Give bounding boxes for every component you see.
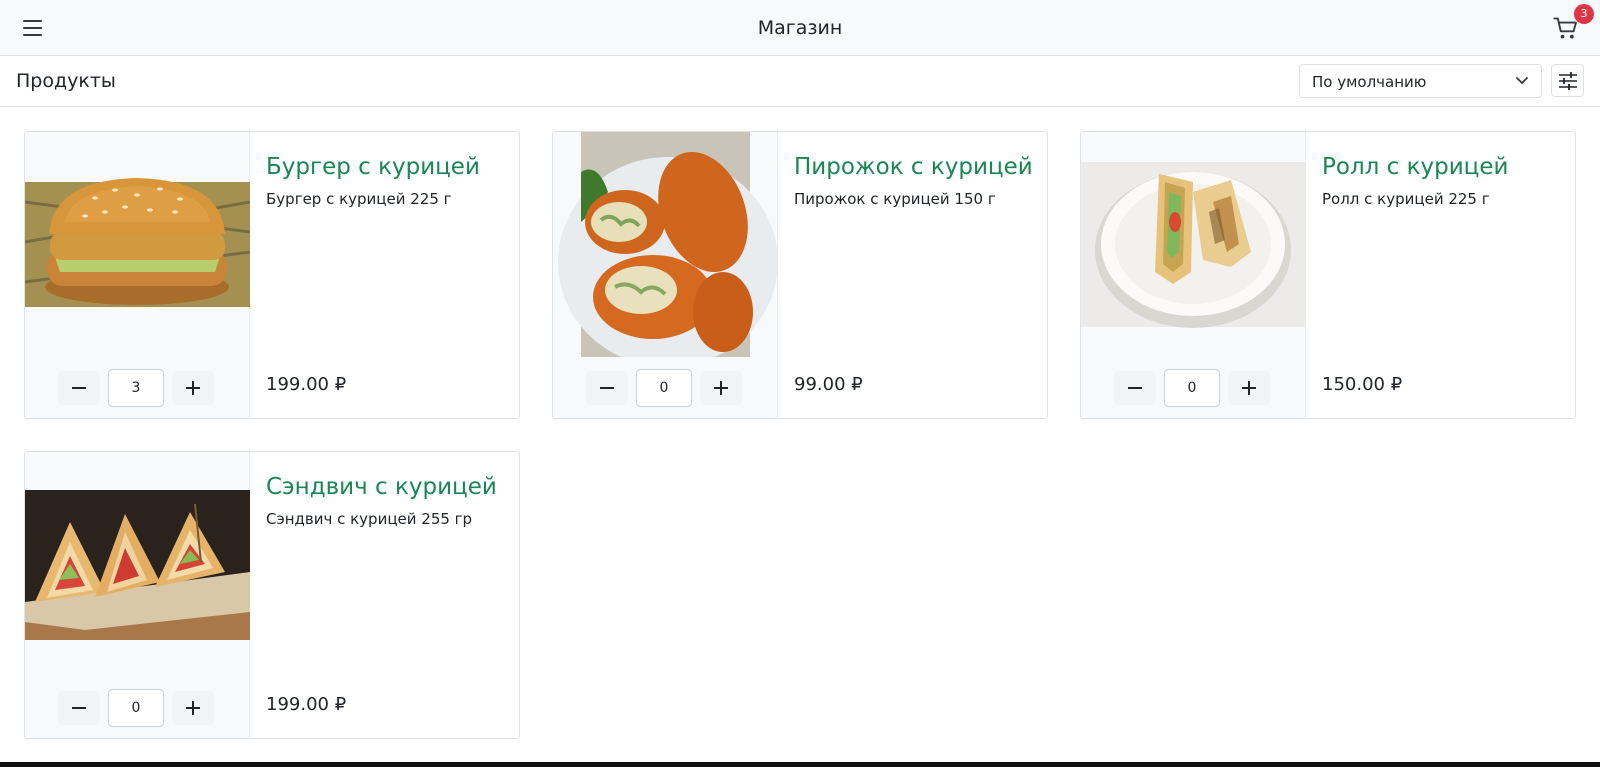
decrease-quantity-button[interactable] xyxy=(1114,371,1156,405)
quantity-input[interactable] xyxy=(1164,369,1220,407)
quantity-stepper xyxy=(58,689,218,727)
quantity-stepper xyxy=(586,369,746,407)
quantity-input[interactable] xyxy=(636,369,692,407)
shop-title: Магазин xyxy=(757,17,843,39)
product-description: Сэндвич с курицей 255 гр xyxy=(266,510,473,528)
decrease-quantity-button[interactable] xyxy=(586,371,628,405)
product-image-roll xyxy=(1081,132,1306,357)
filter-button[interactable] xyxy=(1551,64,1584,97)
product-card: Ролл с курицей Ролл с курицей 225 г 150.… xyxy=(1080,131,1576,419)
decrease-quantity-button[interactable] xyxy=(58,371,100,405)
product-price: 199.00 ₽ xyxy=(266,374,347,395)
product-price: 199.00 ₽ xyxy=(266,694,347,715)
quantity-stepper xyxy=(58,369,218,407)
product-description: Пирожок с курицей 150 г xyxy=(794,190,996,208)
product-price: 150.00 ₽ xyxy=(1322,374,1403,395)
product-title[interactable]: Ролл с курицей xyxy=(1322,154,1508,180)
product-description: Ролл с курицей 225 г xyxy=(1322,190,1490,208)
increase-quantity-button[interactable] xyxy=(700,371,742,405)
sort-select[interactable]: По умолчанию xyxy=(1299,64,1542,98)
product-card: Пирожок с курицей Пирожок с курицей 150 … xyxy=(552,131,1048,419)
quantity-input[interactable] xyxy=(108,369,164,407)
product-image-sandwich xyxy=(25,452,250,677)
bottom-edge xyxy=(0,762,1600,767)
product-description: Бургер с курицей 225 г xyxy=(266,190,452,208)
page-title: Продукты xyxy=(16,70,116,92)
products-toolbar: Продукты По умолчанию xyxy=(0,56,1600,107)
increase-quantity-button[interactable] xyxy=(172,691,214,725)
product-title[interactable]: Бургер с курицей xyxy=(266,154,480,180)
increase-quantity-button[interactable] xyxy=(1228,371,1270,405)
product-title[interactable]: Пирожок с курицей xyxy=(794,154,1033,180)
chevron-down-icon xyxy=(1516,77,1528,84)
sort-selected-value: По умолчанию xyxy=(1312,73,1427,91)
product-image-pie xyxy=(553,132,778,357)
sliders-icon xyxy=(1559,72,1577,90)
quantity-input[interactable] xyxy=(108,689,164,727)
decrease-quantity-button[interactable] xyxy=(58,691,100,725)
product-card: Бургер с курицей Бургер с курицей 225 г … xyxy=(24,131,520,419)
cart-count-badge: 3 xyxy=(1574,4,1594,24)
product-image-burger xyxy=(25,132,250,357)
product-card: Сэндвич с курицей Сэндвич с курицей 255 … xyxy=(24,451,520,739)
top-navbar: Магазин 3 xyxy=(0,0,1600,56)
quantity-stepper xyxy=(1114,369,1274,407)
increase-quantity-button[interactable] xyxy=(172,371,214,405)
product-price: 99.00 ₽ xyxy=(794,374,863,395)
product-title[interactable]: Сэндвич с курицей xyxy=(266,474,497,500)
